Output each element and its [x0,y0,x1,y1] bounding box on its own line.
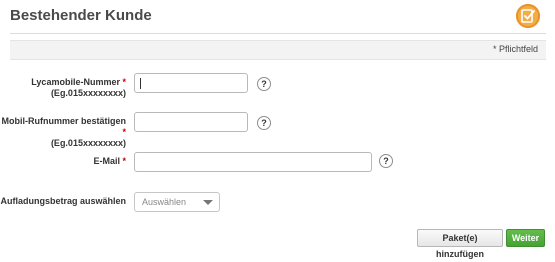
required-mark: * [122,127,126,137]
required-mark: * [122,156,126,166]
email-input[interactable] [134,152,372,172]
required-mark: * [122,77,126,87]
lyca-number-help-icon[interactable]: ? [257,77,271,91]
chevron-down-icon [203,200,213,205]
confirm-number-input[interactable] [134,112,248,132]
confirm-number-hint: (Eg.015xxxxxxxx) [50,138,126,148]
text-cursor [140,78,141,89]
header-divider [10,33,546,34]
amount-select[interactable]: Auswählen [134,192,220,212]
amount-label-text: Aufladungsbetrag auswählen [0,196,126,206]
add-package-button[interactable]: Paket(e) hinzufügen [417,229,503,259]
lyca-number-hint: (Eg.015xxxxxxxx) [50,88,126,98]
lyca-number-input[interactable] [134,73,248,93]
confirm-number-help-icon[interactable]: ? [257,116,271,130]
confirm-number-label-text: Mobil-Rufnummer bestätigen [1,116,126,126]
email-label: E-Mail * [93,156,126,167]
required-info-bar: * Pflichtfeld [10,40,546,60]
lyca-number-label-text: Lycamobile-Nummer [31,77,120,87]
checklist-icon [516,4,540,28]
lyca-number-label: Lycamobile-Nummer * (Eg.015xxxxxxxx) [31,77,126,99]
page-title: Bestehender Kunde [10,7,152,24]
next-button[interactable]: Weiter [506,229,545,247]
email-help-icon[interactable]: ? [379,154,393,168]
email-label-text: E-Mail [93,156,120,166]
confirm-number-label: Mobil-Rufnummer bestätigen * (Eg.015xxxx… [0,116,126,149]
required-note: * Pflichtfeld [492,44,538,54]
amount-selected-value: Auswählen [142,197,187,207]
amount-label: Aufladungsbetrag auswählen [0,196,126,207]
